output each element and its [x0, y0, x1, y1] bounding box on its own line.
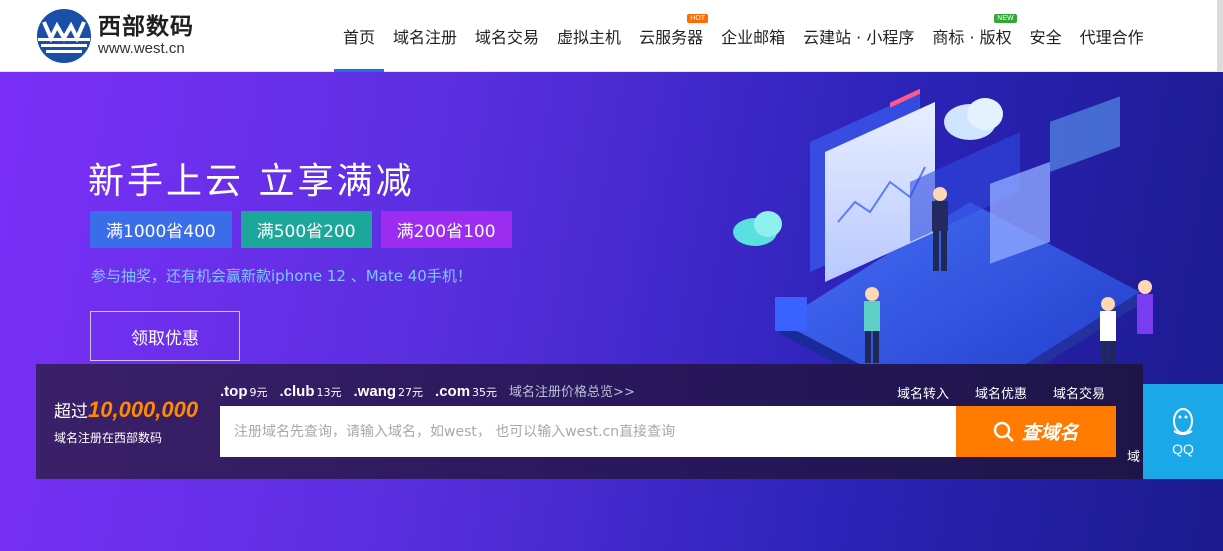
discount-tag: 满1000省400 [90, 211, 232, 248]
discount-tag: 满500省200 [240, 211, 372, 248]
nav-item-label: 域名注册 [393, 28, 458, 47]
claim-coupon-button[interactable]: 领取优惠 [90, 311, 240, 361]
tld-price: 35元 [472, 386, 498, 399]
tld-price-item[interactable]: .wang 27元 [354, 381, 424, 400]
nav-item-label: 域名交易 [475, 28, 540, 47]
price-overview-link[interactable]: 域名注册价格总览>> [509, 381, 635, 400]
qq-penguin-icon [1173, 407, 1193, 435]
page-scrollbar[interactable] [1217, 0, 1223, 72]
tld-name: .wang [353, 383, 397, 400]
search-icon [994, 421, 1015, 442]
nav-item[interactable]: 安全 [1021, 0, 1071, 72]
nav-item-label: 首页 [343, 28, 376, 47]
hero-banner[interactable]: 新手上云 立享满减 满1000省400 满500省200 满200省100 参与… [0, 72, 1223, 551]
nav-item[interactable]: 虚拟主机 [548, 0, 630, 72]
tld-name: .top [220, 383, 248, 400]
domain-search-input[interactable] [220, 406, 956, 457]
tld-price: 9元 [249, 386, 268, 399]
domain-search-panel: 超过10,000,000 域名注册在西部数码 .top 9元 .club 13元 .wa… [36, 364, 1143, 479]
promo-text: 参与抽奖，还有机会赢新款iphone 12 、Mate 40手机！ [91, 267, 472, 285]
stat-prefix: 超过 [54, 402, 88, 422]
nav-item-label: 代理合作 [1079, 28, 1144, 47]
domain-transfer-link[interactable]: 域名转入 [897, 383, 949, 402]
tld-price-item[interactable]: .club 13元 [280, 381, 342, 400]
nav-item-label: 企业邮箱 [721, 28, 786, 47]
search-button-label: 查域名 [1021, 422, 1079, 444]
search-domain-button[interactable]: 查域名 [956, 406, 1116, 457]
nav-item-label: 云服务器 [639, 28, 704, 47]
domain-quick-links: 域名转入 域名优惠 域名交易 [871, 383, 1105, 402]
nav-item[interactable]: 域名交易 [466, 0, 548, 72]
nav-item[interactable]: 首页 [334, 0, 385, 73]
main-nav: 首页 域名注册 域名交易 虚拟主机 云服务器 HOT 企业邮箱 云建站 · 小程序 商标 · 版… [334, 0, 1153, 73]
hot-badge: HOT [687, 14, 709, 23]
tld-price-item[interactable]: .top 9元 [220, 381, 268, 400]
nav-item-label: 商标 · 版权 [932, 28, 1012, 47]
qq-label: QQ [1172, 440, 1194, 457]
tld-price: 27元 [398, 386, 424, 399]
stat-subtitle: 域名注册在西部数码 [54, 431, 163, 445]
nav-item[interactable]: 域名注册 [384, 0, 466, 72]
tld-price-item[interactable]: .com 35元 [435, 381, 497, 400]
domain-offers-link[interactable]: 域名优惠 [975, 383, 1027, 402]
discount-tags: 满1000省400 满500省200 满200省100 [90, 211, 521, 248]
cut-off-text: 域 [1127, 450, 1141, 465]
discount-tag: 满200省100 [380, 211, 512, 248]
banner-title: 新手上云 立享满减 [88, 161, 415, 202]
qq-support-widget[interactable]: QQ [1143, 384, 1223, 479]
nav-item[interactable]: 云建站 · 小程序 [794, 0, 923, 72]
logo-mark-icon [36, 8, 92, 64]
new-badge: NEW [994, 14, 1017, 23]
brand-url: www.west.cn [98, 40, 185, 57]
registration-stat: 超过10,000,000 域名注册在西部数码 [54, 397, 198, 446]
site-logo[interactable]: 西部数码 www.west.cn [36, 8, 206, 64]
stat-number: 10,000,000 [88, 397, 199, 422]
domain-trading-link[interactable]: 域名交易 [1053, 383, 1105, 402]
tld-prices: .top 9元 .club 13元 .wang 27元 .com 35元 域名注册价格总览>> [220, 381, 635, 400]
tld-name: .club [279, 383, 315, 400]
nav-item-label: 云建站 · 小程序 [803, 28, 915, 47]
tld-name: .com [435, 383, 471, 400]
nav-item[interactable]: 云服务器 HOT [630, 0, 712, 72]
nav-item-label: 虚拟主机 [557, 28, 622, 47]
nav-item[interactable]: 企业邮箱 [712, 0, 794, 72]
nav-item-label: 安全 [1029, 28, 1062, 47]
nav-item[interactable]: 商标 · 版权 NEW [923, 0, 1020, 72]
tld-price: 13元 [316, 386, 342, 399]
nav-item[interactable]: 代理合作 [1071, 0, 1153, 72]
brand-name: 西部数码 [98, 14, 194, 40]
top-header: 西部数码 www.west.cn 首页 域名注册 域名交易 虚拟主机 云服务器 HOT 企业… [0, 0, 1223, 73]
